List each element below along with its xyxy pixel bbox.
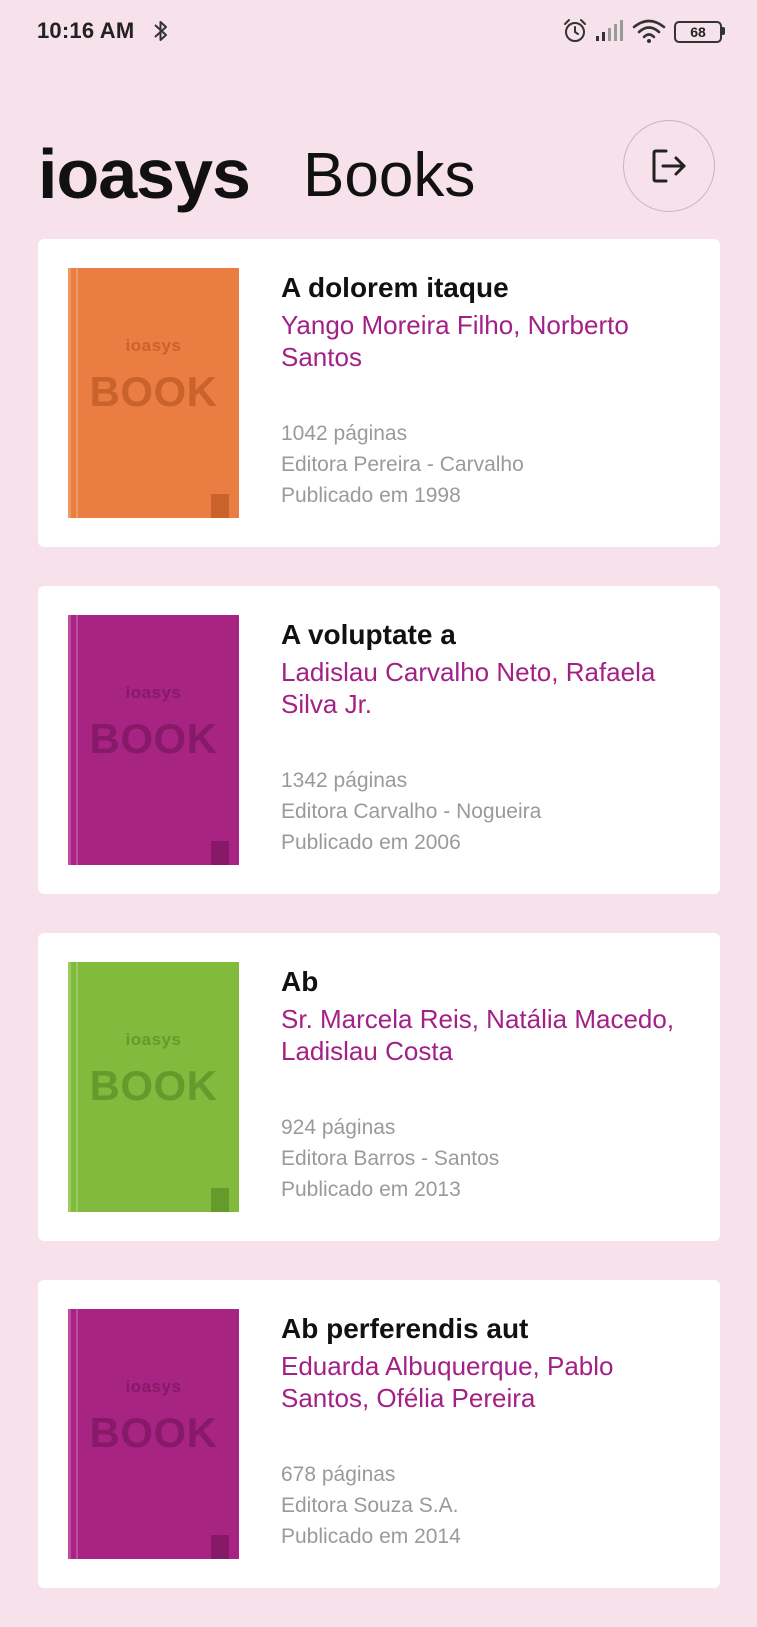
cover-badge-icon [211, 494, 229, 518]
status-time: 10:16 AM [37, 18, 135, 43]
book-pages: 924 páginas [281, 1116, 396, 1139]
book-pages: 1342 páginas [281, 769, 408, 792]
cover-word: BOOK [89, 1062, 218, 1109]
cover-badge-icon [211, 1188, 229, 1212]
battery-icon: 68 [674, 21, 725, 43]
book-card[interactable]: ioasys BOOK A voluptate a Ladislau Carva… [38, 586, 720, 894]
book-published: Publicado em 2014 [281, 1525, 461, 1548]
book-cover: ioasys BOOK [68, 268, 239, 518]
book-cover: ioasys BOOK [68, 962, 239, 1212]
book-published: Publicado em 2013 [281, 1178, 461, 1201]
book-publisher: Editora Carvalho - Nogueira [281, 800, 542, 823]
book-pages: 1042 páginas [281, 422, 408, 445]
book-authors: Sr. Marcela Reis, Natália Macedo, Ladisl… [281, 1004, 675, 1066]
cover-brand: ioasys [125, 1030, 182, 1049]
book-cover: ioasys BOOK [68, 1309, 239, 1559]
cover-word: BOOK [89, 1409, 218, 1456]
battery-level: 68 [674, 21, 722, 43]
book-authors: Eduarda Albuquerque, Pablo Santos, Oféli… [281, 1351, 614, 1413]
logout-icon [652, 149, 686, 183]
alarm-icon [564, 19, 586, 42]
book-cover: ioasys BOOK [68, 615, 239, 865]
book-publisher: Editora Souza S.A. [281, 1494, 459, 1517]
cover-badge-icon [211, 1535, 229, 1559]
wifi-icon [632, 19, 666, 43]
book-card[interactable]: ioasys BOOK Ab perferendis aut Eduarda A… [38, 1280, 720, 1588]
signal-icon [596, 20, 623, 41]
cover-brand: ioasys [125, 1377, 182, 1396]
cover-word: BOOK [89, 368, 218, 415]
book-title: Ab perferendis aut [281, 1313, 529, 1344]
cover-word: BOOK [89, 715, 218, 762]
status-bar: 10:16 AM 68 [0, 0, 757, 64]
logout-button[interactable] [623, 120, 715, 212]
cover-brand: ioasys [125, 336, 182, 355]
cover-badge-icon [211, 841, 229, 865]
book-card[interactable]: ioasys BOOK Ab Sr. Marcela Reis, Natália… [38, 933, 720, 1241]
book-authors: Yango Moreira Filho, Norberto Santos [281, 310, 629, 372]
book-publisher: Editora Pereira - Carvalho [281, 453, 524, 476]
book-authors: Ladislau Carvalho Neto, Rafaela Silva Jr… [281, 657, 656, 719]
page-title: Books [303, 141, 476, 210]
book-card[interactable]: ioasys BOOK A dolorem itaque Yango Morei… [38, 239, 720, 547]
book-published: Publicado em 1998 [281, 484, 461, 507]
book-title: Ab [281, 966, 319, 997]
book-pages: 678 páginas [281, 1463, 396, 1486]
book-published: Publicado em 2006 [281, 831, 461, 854]
app-logo: ioasys [38, 135, 251, 213]
header: ioasys Books [38, 120, 720, 230]
cover-brand: ioasys [125, 683, 182, 702]
book-title: A voluptate a [281, 619, 456, 650]
bluetooth-icon [154, 21, 167, 41]
book-list: ioasys BOOK A dolorem itaque Yango Morei… [38, 239, 720, 1627]
book-publisher: Editora Barros - Santos [281, 1147, 500, 1170]
book-title: A dolorem itaque [281, 272, 509, 303]
